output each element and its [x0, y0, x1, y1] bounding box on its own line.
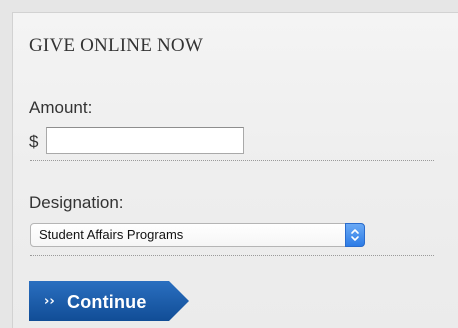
- double-chevron-right-icon: ››: [44, 294, 55, 309]
- select-updown-arrows-icon[interactable]: [345, 223, 365, 247]
- outer-frame-top: [0, 0, 458, 12]
- give-online-panel: GIVE ONLINE NOW Amount: $ Designation: S…: [12, 12, 458, 328]
- divider: [30, 160, 434, 161]
- designation-label: Designation:: [29, 193, 124, 212]
- divider: [30, 255, 434, 256]
- designation-select[interactable]: Student Affairs Programs: [30, 223, 365, 247]
- currency-symbol: $: [29, 132, 39, 151]
- continue-label: Continue: [67, 292, 147, 312]
- panel-title: GIVE ONLINE NOW: [29, 35, 203, 56]
- outer-frame-left: [0, 0, 12, 328]
- amount-input[interactable]: [46, 127, 244, 154]
- continue-button[interactable]: ›› Continue: [29, 281, 189, 321]
- amount-label: Amount:: [29, 98, 93, 117]
- designation-selected-value: Student Affairs Programs: [39, 227, 184, 242]
